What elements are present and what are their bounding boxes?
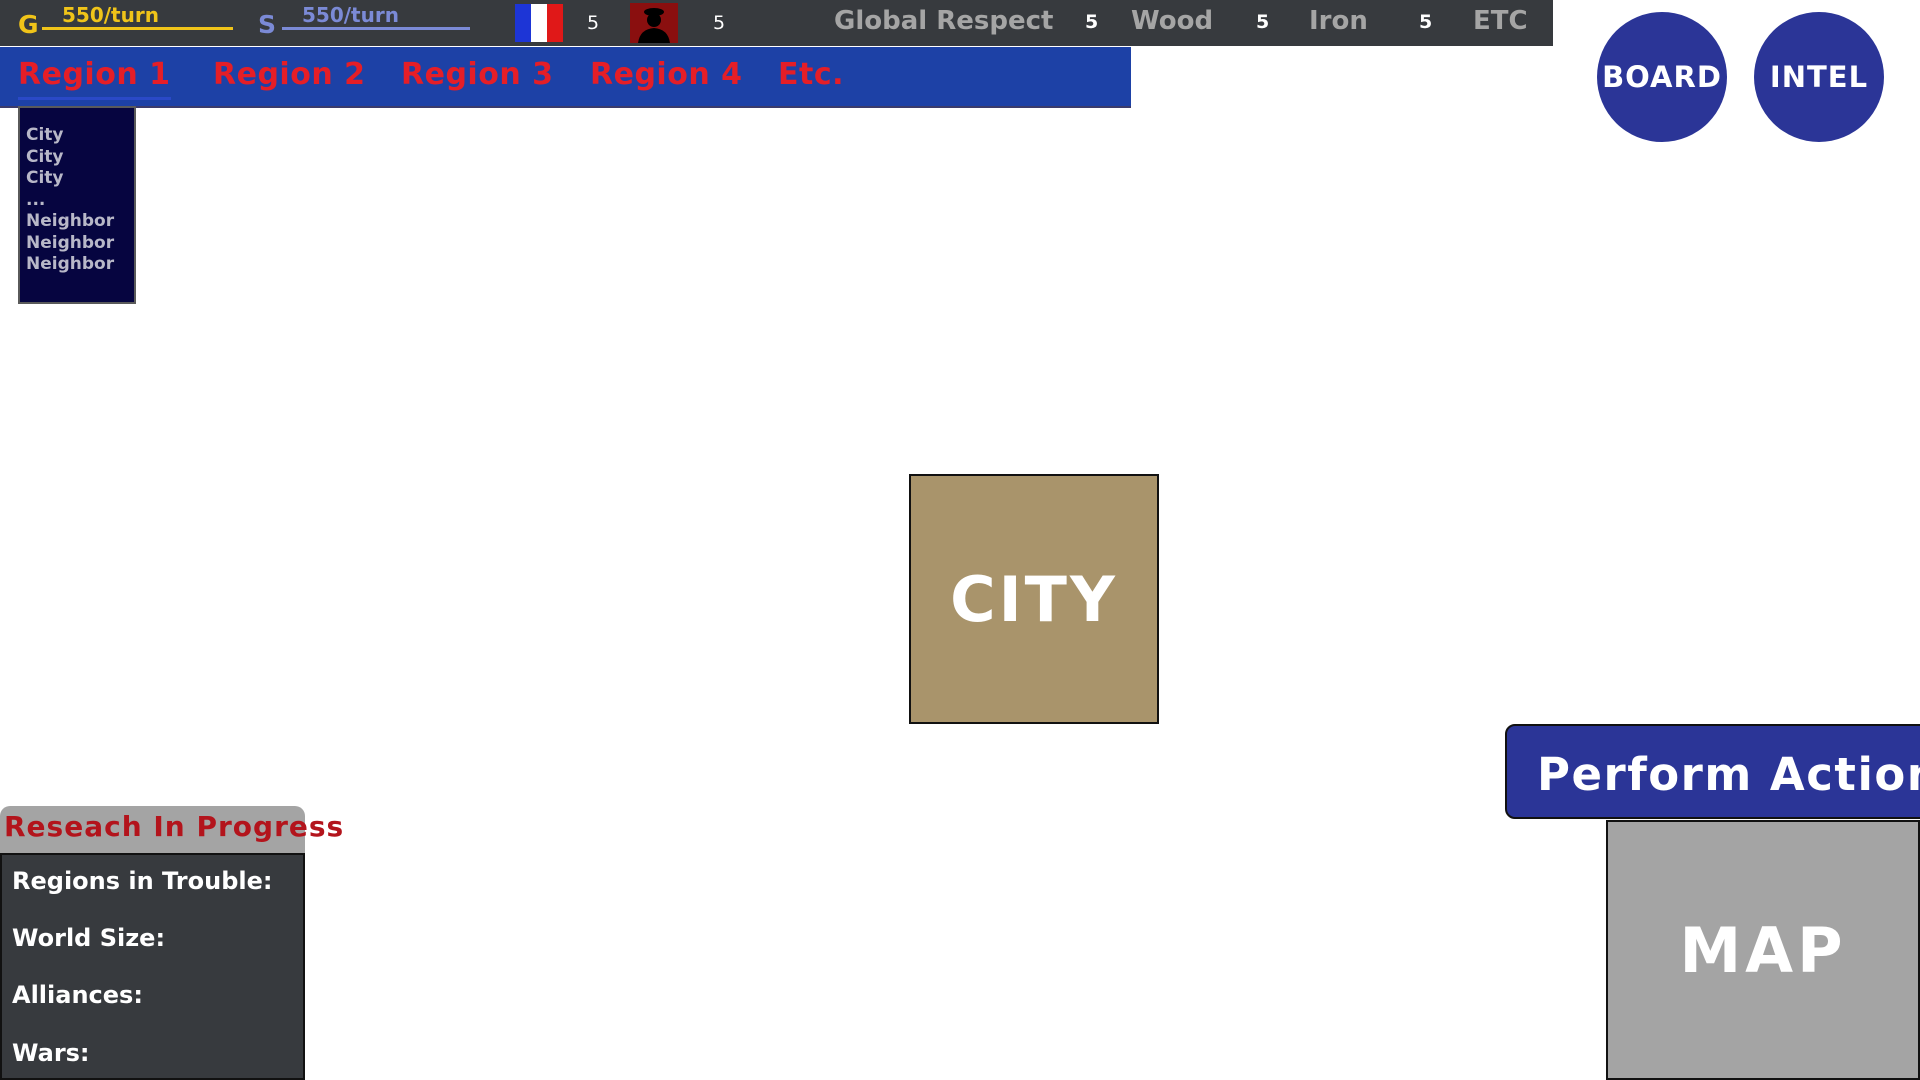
dropdown-item-neighbor[interactable]: Neighbor — [26, 254, 134, 276]
dropdown-item-neighbor[interactable]: Neighbor — [26, 233, 134, 255]
france-flag-icon[interactable] — [515, 4, 563, 42]
tab-etc[interactable]: Etc. — [778, 57, 844, 92]
city-tile[interactable]: CITY — [909, 474, 1159, 724]
global-respect-label: Global Respect — [834, 6, 1054, 36]
tab-region-4[interactable]: Region 4 — [590, 57, 743, 92]
intel-button[interactable]: INTEL — [1754, 12, 1884, 142]
region-dropdown: City City City ... Neighbor Neighbor Nei… — [18, 106, 136, 304]
dropdown-item-neighbor[interactable]: Neighbor — [26, 211, 134, 233]
research-header[interactable]: Reseach In Progress — [0, 806, 343, 853]
flag-count: 5 — [587, 12, 600, 34]
dropdown-item-ellipsis: ... — [26, 189, 46, 210]
dropdown-item-city[interactable]: City — [26, 168, 134, 190]
iron-label: Iron — [1309, 6, 1368, 36]
regions-in-trouble-label: Regions in Trouble: — [12, 867, 273, 895]
tab-region-3[interactable]: Region 3 — [401, 57, 554, 92]
silver-income: S 550/turn — [258, 0, 470, 46]
board-button[interactable]: BOARD — [1597, 12, 1727, 142]
resource-bar: G 550/turn S 550/turn 5 5 Global Respect… — [0, 0, 1553, 46]
alliances-label: Alliances: — [12, 981, 143, 1009]
etc-label: ETC — [1473, 6, 1528, 36]
gold-icon: G — [18, 10, 39, 39]
region-tabs: Region 1 Region 2 Region 3 Region 4 Etc. — [0, 47, 1131, 108]
silver-underline — [282, 27, 470, 30]
wood-label: Wood — [1131, 6, 1214, 36]
wood-value: 5 — [1256, 11, 1270, 33]
wars-label: Wars: — [12, 1039, 90, 1067]
gold-underline — [42, 27, 233, 30]
gold-rate: 550/turn — [62, 3, 159, 27]
dropdown-item-city[interactable]: City — [26, 125, 134, 147]
leader-silhouette-icon[interactable] — [630, 3, 678, 43]
map-button[interactable]: MAP — [1606, 820, 1920, 1080]
leader-count: 5 — [713, 12, 726, 34]
iron-value: 5 — [1419, 11, 1433, 33]
global-respect-value: 5 — [1085, 11, 1099, 33]
tab-region-2[interactable]: Region 2 — [213, 57, 366, 92]
gold-income: G 550/turn — [18, 0, 233, 46]
silver-rate: 550/turn — [302, 3, 399, 27]
silver-icon: S — [258, 10, 277, 39]
world-info-panel: Regions in Trouble: World Size: Alliance… — [0, 853, 305, 1080]
world-size-label: World Size: — [12, 924, 166, 952]
dropdown-item-city[interactable]: City — [26, 147, 134, 169]
perform-action-button[interactable]: Perform Action — [1505, 724, 1920, 819]
tab-region-1[interactable]: Region 1 — [18, 57, 171, 100]
